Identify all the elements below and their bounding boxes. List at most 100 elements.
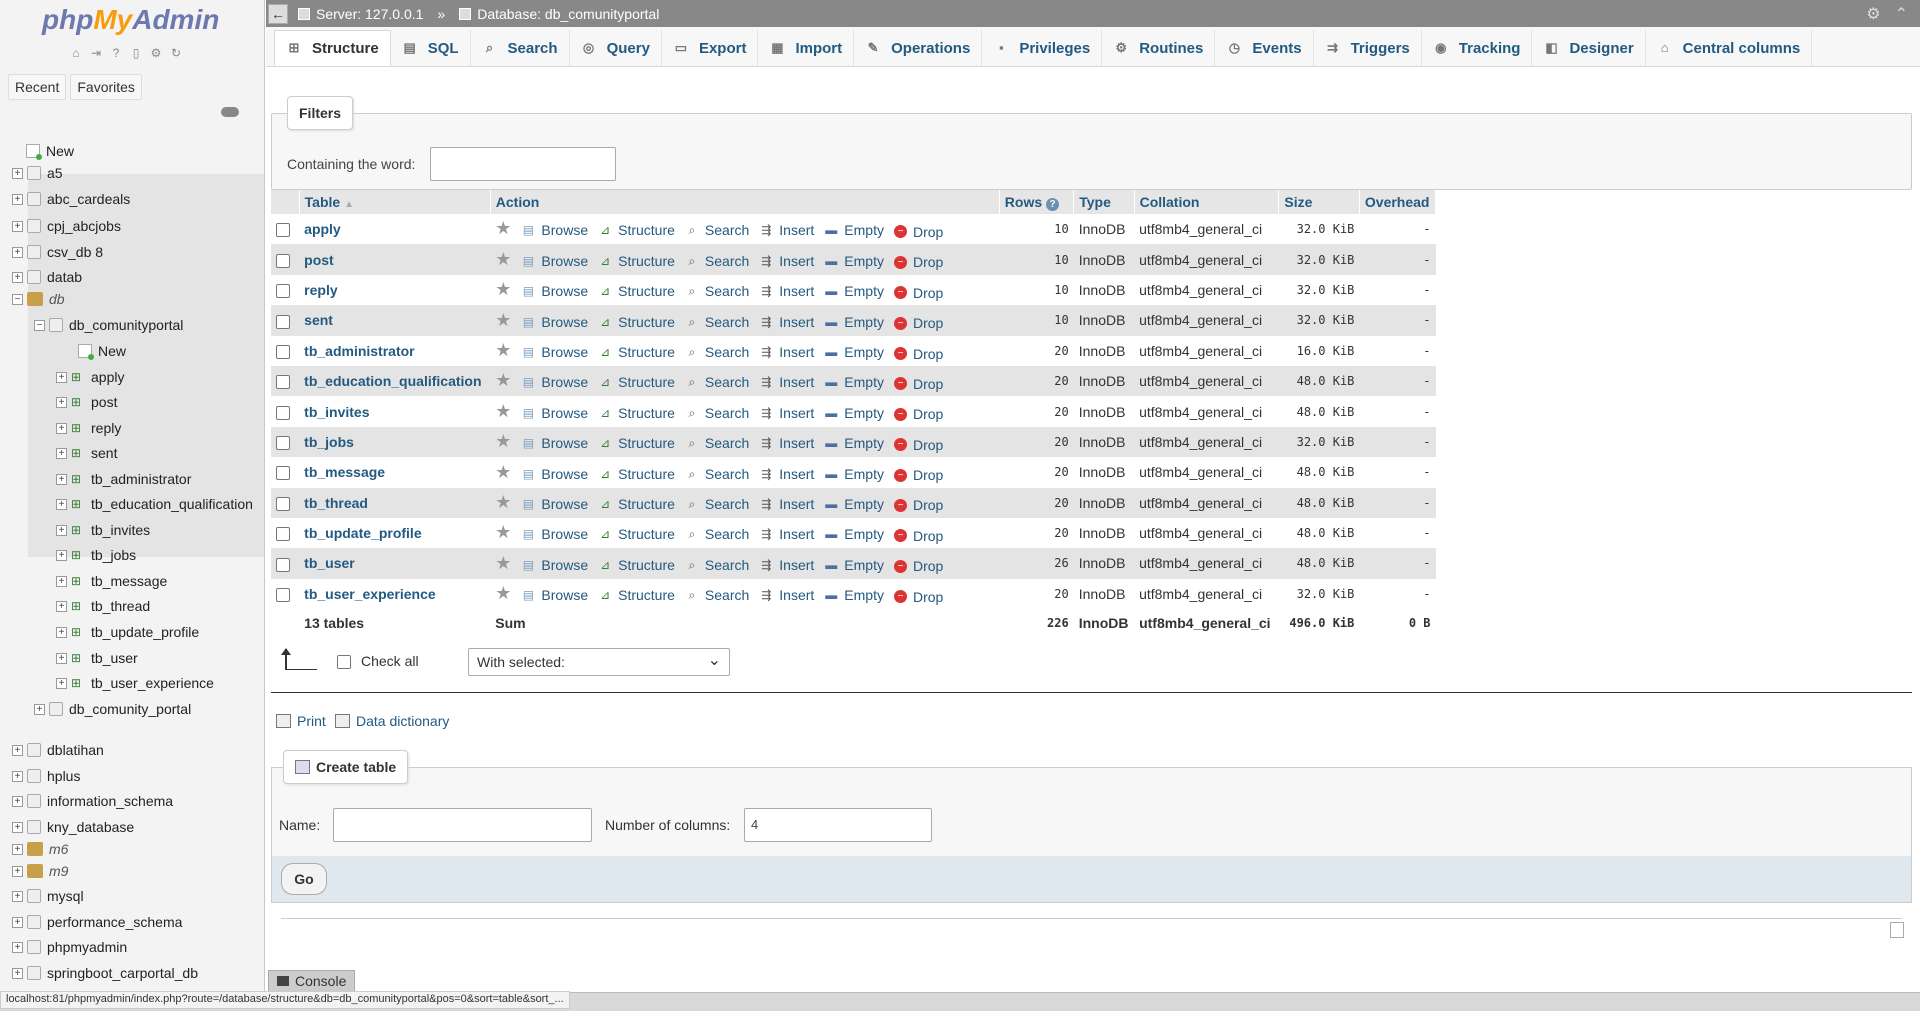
action-empty[interactable]: ▬ Empty <box>824 557 884 573</box>
action-drop[interactable]: − Drop <box>893 224 943 240</box>
action-search[interactable]: ⌕ Search <box>685 405 750 421</box>
tree-item[interactable]: + ⊞ tb_education_qualification <box>56 493 253 515</box>
expand-icon[interactable]: + <box>56 600 67 612</box>
expand-icon[interactable]: + <box>12 941 23 953</box>
header-overhead[interactable]: Overhead <box>1359 190 1437 214</box>
table-name-link[interactable]: tb_message <box>304 464 385 480</box>
action-structure[interactable]: ⊿ Structure <box>598 405 675 421</box>
settings-icon[interactable]: ⚙ <box>148 45 164 61</box>
tab-sql[interactable]: ▤ SQL <box>391 30 471 66</box>
tree-item[interactable]: + ⊞ tb_invites <box>56 519 150 541</box>
row-checkbox[interactable] <box>276 344 290 359</box>
action-drop[interactable]: − Drop <box>893 376 943 392</box>
tree-item[interactable]: + springboot_carportal_db <box>12 962 198 984</box>
action-insert[interactable]: ⇶ Insert <box>759 253 814 269</box>
breadcrumb-database[interactable]: Database: db_comunityportal <box>477 6 659 22</box>
action-structure[interactable]: ⊿ Structure <box>598 314 675 330</box>
table-name-link[interactable]: tb_user <box>304 555 355 571</box>
favorite-star-icon[interactable]: ★ <box>495 431 511 451</box>
tree-item[interactable]: + db_comunity_portal <box>34 698 191 720</box>
action-empty[interactable]: ▬ Empty <box>824 526 884 542</box>
expand-icon[interactable]: + <box>56 422 67 434</box>
action-structure[interactable]: ⊿ Structure <box>598 587 675 603</box>
favorite-star-icon[interactable]: ★ <box>495 462 511 482</box>
tab-privileges[interactable]: ▪ Privileges <box>982 30 1103 66</box>
action-search[interactable]: ⌕ Search <box>685 344 750 360</box>
tree-item[interactable]: + phpmyadmin <box>12 936 127 958</box>
favorite-star-icon[interactable]: ★ <box>495 310 511 330</box>
header-size[interactable]: Size <box>1278 190 1360 214</box>
table-name-link[interactable]: reply <box>304 282 337 298</box>
action-browse[interactable]: ▤ Browse <box>521 405 588 421</box>
help-icon[interactable]: ? <box>1046 197 1060 211</box>
go-button[interactable]: Go <box>281 863 327 895</box>
logout-icon[interactable]: ⇥ <box>88 45 104 61</box>
favorite-star-icon[interactable]: ★ <box>495 249 511 269</box>
table-name-link[interactable]: tb_user_experience <box>304 586 436 602</box>
expand-icon[interactable]: − <box>12 293 23 305</box>
table-name-input[interactable] <box>333 808 592 842</box>
expand-icon[interactable]: + <box>12 770 23 782</box>
tab-query[interactable]: ◎ Query <box>570 30 662 66</box>
filter-input[interactable] <box>430 147 616 181</box>
row-checkbox[interactable] <box>276 496 290 511</box>
expand-icon[interactable]: + <box>56 524 67 536</box>
action-browse[interactable]: ▤ Browse <box>521 283 588 299</box>
action-drop[interactable]: − Drop <box>893 285 943 301</box>
action-browse[interactable]: ▤ Browse <box>521 435 588 451</box>
favorite-star-icon[interactable]: ★ <box>495 340 511 360</box>
collapse-sidebar-icon[interactable]: ← <box>268 3 288 24</box>
action-drop[interactable]: − Drop <box>893 437 943 453</box>
table-name-link[interactable]: tb_update_profile <box>304 525 421 541</box>
tab-events[interactable]: ◷ Events <box>1215 30 1314 66</box>
check-all-label[interactable]: Check all <box>361 653 419 669</box>
favorites-tab[interactable]: Favorites <box>70 74 142 100</box>
row-checkbox[interactable] <box>276 436 290 451</box>
expand-icon[interactable]: + <box>56 652 67 664</box>
row-checkbox[interactable] <box>276 284 290 299</box>
check-all-checkbox[interactable] <box>337 655 351 669</box>
rows-cell[interactable]: 20 <box>999 487 1074 518</box>
tree-item[interactable]: + dblatihan <box>12 739 104 761</box>
action-insert[interactable]: ⇶ Insert <box>759 222 814 238</box>
expand-icon[interactable]: + <box>12 167 23 179</box>
number-of-columns-input[interactable]: 4 <box>744 808 932 842</box>
action-empty[interactable]: ▬ Empty <box>824 435 884 451</box>
favorite-star-icon[interactable]: ★ <box>495 218 511 238</box>
row-checkbox[interactable] <box>276 375 290 390</box>
expand-icon[interactable]: + <box>12 220 23 232</box>
rows-cell[interactable]: 20 <box>999 396 1074 427</box>
expand-icon[interactable]: + <box>56 498 67 510</box>
console-tab[interactable]: Console <box>268 970 356 992</box>
action-empty[interactable]: ▬ Empty <box>824 344 884 360</box>
tab-routines[interactable]: ⚙ Routines <box>1102 30 1216 66</box>
tree-item[interactable]: + ⊞ tb_administrator <box>56 468 191 490</box>
action-browse[interactable]: ▤ Browse <box>521 526 588 542</box>
expand-icon[interactable]: + <box>12 795 23 807</box>
link-with-main-panel-icon[interactable] <box>221 107 239 117</box>
row-checkbox[interactable] <box>276 405 290 420</box>
rows-cell[interactable]: 10 <box>999 244 1074 275</box>
action-insert[interactable]: ⇶ Insert <box>759 526 814 542</box>
rows-cell[interactable]: 20 <box>999 457 1074 488</box>
action-structure[interactable]: ⊿ Structure <box>598 344 675 360</box>
favorite-star-icon[interactable]: ★ <box>495 370 511 390</box>
action-search[interactable]: ⌕ Search <box>685 283 750 299</box>
expand-icon[interactable]: + <box>56 473 67 485</box>
action-drop[interactable]: − Drop <box>893 589 943 605</box>
tab-designer[interactable]: ◧ Designer <box>1532 30 1646 66</box>
action-insert[interactable]: ⇶ Insert <box>759 466 814 482</box>
action-structure[interactable]: ⊿ Structure <box>598 466 675 482</box>
rows-cell[interactable]: 20 <box>999 426 1074 458</box>
table-name-link[interactable]: tb_jobs <box>304 434 354 450</box>
action-browse[interactable]: ▤ Browse <box>521 314 588 330</box>
header-rows[interactable]: Rows ? <box>999 190 1075 214</box>
action-empty[interactable]: ▬ Empty <box>824 374 884 390</box>
tab-import[interactable]: ▦ Import <box>758 30 855 66</box>
expand-icon[interactable]: + <box>12 744 23 756</box>
tree-item[interactable]: − db_comunityportal <box>34 314 183 336</box>
expand-icon[interactable]: + <box>12 916 23 928</box>
rows-cell[interactable]: 10 <box>999 305 1074 336</box>
reload-icon[interactable]: ↻ <box>168 45 184 61</box>
row-checkbox[interactable] <box>276 253 290 268</box>
